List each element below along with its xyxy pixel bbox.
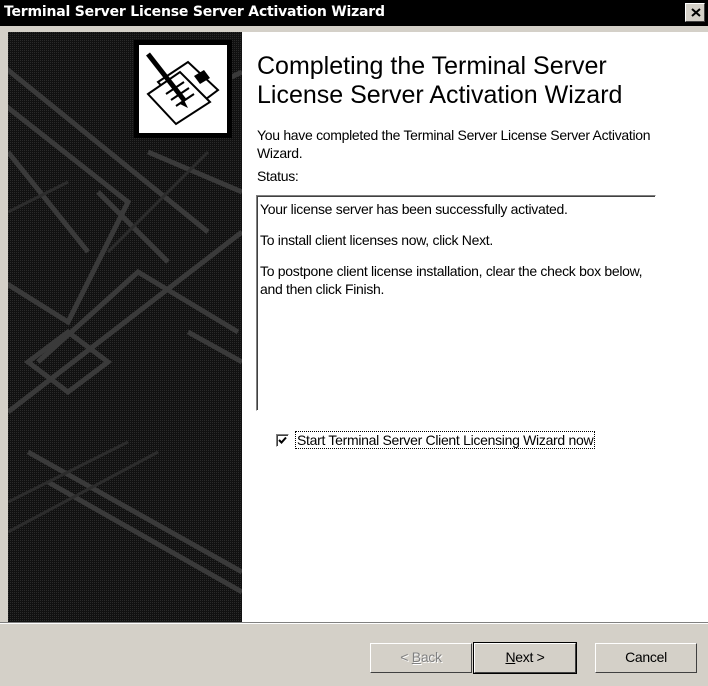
footer-separator [0,622,708,624]
page-title: Completing the Terminal Server License S… [257,52,623,109]
intro-text: You have completed the Terminal Server L… [257,127,651,161]
title-bar[interactable]: Terminal Server License Server Activatio… [0,0,708,26]
wizard-banner [8,32,242,622]
next-button-label: ext > [515,649,545,665]
back-button-label: ack [420,649,442,665]
status-textbox[interactable]: Your license server has been successfull… [256,195,656,411]
back-button-prefix: < [400,649,412,665]
wizard-window: Terminal Server License Server Activatio… [0,0,708,686]
status-line: Your license server has been successfull… [260,201,568,217]
next-button-mnemonic: N [505,649,516,665]
wizard-content: Completing the Terminal Server License S… [242,32,708,622]
back-button[interactable]: < Back [370,643,472,673]
start-client-licensing-checkbox[interactable] [276,434,289,447]
close-icon [691,8,701,17]
status-line: To postpone client license installation,… [260,263,643,297]
start-client-licensing-label[interactable]: Start Terminal Server Client Licensing W… [294,431,596,449]
cancel-button[interactable]: Cancel [595,643,697,673]
close-button[interactable] [685,3,705,22]
window-title: Terminal Server License Server Activatio… [4,4,385,20]
status-line: To install client licenses now, click Ne… [260,232,493,248]
next-button[interactable]: Next > [473,642,577,674]
checkmark-icon [278,436,287,444]
banner-pattern [8,32,242,622]
back-button-mnemonic: B [411,649,421,665]
status-label: Status: [257,168,299,184]
